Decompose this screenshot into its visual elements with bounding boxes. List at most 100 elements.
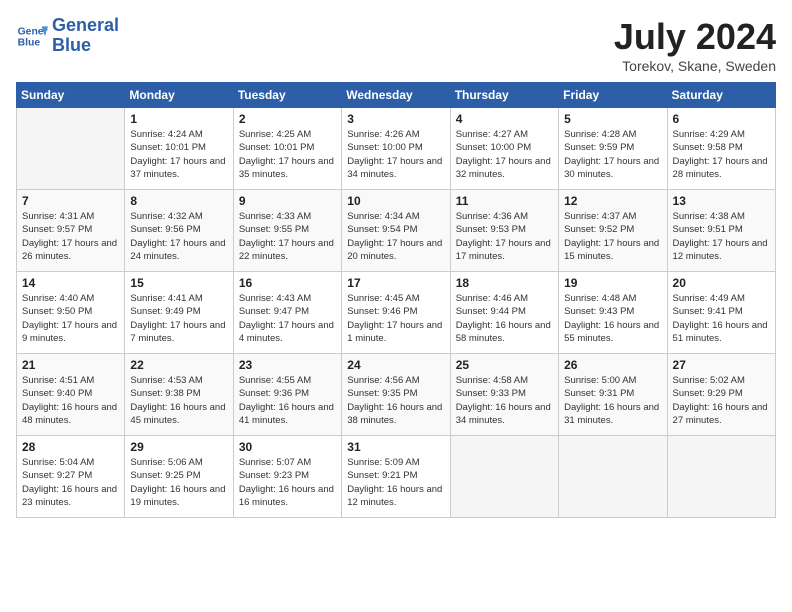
column-header-sunday: Sunday <box>17 83 125 108</box>
day-info: Sunrise: 4:58 AM Sunset: 9:33 PM Dayligh… <box>456 374 553 427</box>
svg-text:Blue: Blue <box>18 37 41 48</box>
day-number: 18 <box>456 276 553 290</box>
calendar-cell <box>17 108 125 190</box>
day-info: Sunrise: 5:09 AM Sunset: 9:21 PM Dayligh… <box>347 456 444 509</box>
calendar-week-4: 21Sunrise: 4:51 AM Sunset: 9:40 PM Dayli… <box>17 354 776 436</box>
day-number: 22 <box>130 358 227 372</box>
day-info: Sunrise: 4:27 AM Sunset: 10:00 PM Daylig… <box>456 128 553 181</box>
day-number: 23 <box>239 358 336 372</box>
calendar-cell: 29 Sunrise: 5:06 AM Sunset: 9:25 PM Dayli… <box>125 436 233 518</box>
day-info: Sunrise: 4:36 AM Sunset: 9:53 PM Dayligh… <box>456 210 553 263</box>
calendar-week-5: 28 Sunrise: 5:04 AM Sunset: 9:27 PM Dayli… <box>17 436 776 518</box>
day-info: Sunrise: 4:41 AM Sunset: 9:49 PM Dayligh… <box>130 292 227 345</box>
day-number: 5 <box>564 112 661 126</box>
day-info: Sunrise: 4:38 AM Sunset: 9:51 PM Dayligh… <box>673 210 770 263</box>
logo: General Blue General Blue <box>16 16 119 56</box>
calendar-table: SundayMondayTuesdayWednesdayThursdayFrid… <box>16 82 776 518</box>
calendar-cell: 5 Sunrise: 4:28 AM Sunset: 9:59 PM Daylig… <box>559 108 667 190</box>
calendar-cell: 7 Sunrise: 4:31 AM Sunset: 9:57 PM Daylig… <box>17 190 125 272</box>
day-info: Sunrise: 5:07 AM Sunset: 9:23 PM Dayligh… <box>239 456 336 509</box>
day-info: Sunrise: 4:37 AM Sunset: 9:52 PM Dayligh… <box>564 210 661 263</box>
calendar-header-row: SundayMondayTuesdayWednesdayThursdayFrid… <box>17 83 776 108</box>
calendar-cell <box>667 436 775 518</box>
day-number: 4 <box>456 112 553 126</box>
calendar-cell: 2 Sunrise: 4:25 AM Sunset: 10:01 PM Dayli… <box>233 108 341 190</box>
calendar-cell: 4 Sunrise: 4:27 AM Sunset: 10:00 PM Dayli… <box>450 108 558 190</box>
day-number: 14 <box>22 276 119 290</box>
day-info: Sunrise: 4:33 AM Sunset: 9:55 PM Dayligh… <box>239 210 336 263</box>
day-number: 16 <box>239 276 336 290</box>
calendar-cell: 10Sunrise: 4:34 AM Sunset: 9:54 PM Dayli… <box>342 190 450 272</box>
day-number: 13 <box>673 194 770 208</box>
calendar-cell: 13 Sunrise: 4:38 AM Sunset: 9:51 PM Dayli… <box>667 190 775 272</box>
day-info: Sunrise: 4:49 AM Sunset: 9:41 PM Dayligh… <box>673 292 770 345</box>
day-info: Sunrise: 4:56 AM Sunset: 9:35 PM Dayligh… <box>347 374 444 427</box>
day-info: Sunrise: 4:31 AM Sunset: 9:57 PM Dayligh… <box>22 210 119 263</box>
day-number: 7 <box>22 194 119 208</box>
day-info: Sunrise: 4:29 AM Sunset: 9:58 PM Dayligh… <box>673 128 770 181</box>
day-info: Sunrise: 5:02 AM Sunset: 9:29 PM Dayligh… <box>673 374 770 427</box>
day-number: 3 <box>347 112 444 126</box>
day-info: Sunrise: 4:46 AM Sunset: 9:44 PM Dayligh… <box>456 292 553 345</box>
day-info: Sunrise: 4:48 AM Sunset: 9:43 PM Dayligh… <box>564 292 661 345</box>
day-info: Sunrise: 4:26 AM Sunset: 10:00 PM Daylig… <box>347 128 444 181</box>
day-info: Sunrise: 4:32 AM Sunset: 9:56 PM Dayligh… <box>130 210 227 263</box>
calendar-cell: 18 Sunrise: 4:46 AM Sunset: 9:44 PM Dayli… <box>450 272 558 354</box>
calendar-cell: 24 Sunrise: 4:56 AM Sunset: 9:35 PM Dayli… <box>342 354 450 436</box>
calendar-cell: 12 Sunrise: 4:37 AM Sunset: 9:52 PM Dayli… <box>559 190 667 272</box>
day-number: 20 <box>673 276 770 290</box>
calendar-cell: 28 Sunrise: 5:04 AM Sunset: 9:27 PM Dayli… <box>17 436 125 518</box>
logo-text: General Blue <box>52 16 119 56</box>
day-number: 12 <box>564 194 661 208</box>
day-number: 28 <box>22 440 119 454</box>
calendar-week-1: 1 Sunrise: 4:24 AM Sunset: 10:01 PM Dayli… <box>17 108 776 190</box>
day-info: Sunrise: 4:28 AM Sunset: 9:59 PM Dayligh… <box>564 128 661 181</box>
day-number: 1 <box>130 112 227 126</box>
day-number: 30 <box>239 440 336 454</box>
calendar-cell: 9 Sunrise: 4:33 AM Sunset: 9:55 PM Daylig… <box>233 190 341 272</box>
calendar-cell: 26Sunrise: 5:00 AM Sunset: 9:31 PM Dayli… <box>559 354 667 436</box>
calendar-cell: 17Sunrise: 4:45 AM Sunset: 9:46 PM Dayli… <box>342 272 450 354</box>
calendar-cell <box>559 436 667 518</box>
calendar-cell: 19 Sunrise: 4:48 AM Sunset: 9:43 PM Dayli… <box>559 272 667 354</box>
day-info: Sunrise: 4:55 AM Sunset: 9:36 PM Dayligh… <box>239 374 336 427</box>
calendar-cell: 8 Sunrise: 4:32 AM Sunset: 9:56 PM Daylig… <box>125 190 233 272</box>
day-info: Sunrise: 4:40 AM Sunset: 9:50 PM Dayligh… <box>22 292 119 345</box>
calendar-cell: 20 Sunrise: 4:49 AM Sunset: 9:41 PM Dayli… <box>667 272 775 354</box>
column-header-friday: Friday <box>559 83 667 108</box>
calendar-cell: 1 Sunrise: 4:24 AM Sunset: 10:01 PM Dayli… <box>125 108 233 190</box>
calendar-week-2: 7 Sunrise: 4:31 AM Sunset: 9:57 PM Daylig… <box>17 190 776 272</box>
day-info: Sunrise: 4:25 AM Sunset: 10:01 PM Daylig… <box>239 128 336 181</box>
day-number: 8 <box>130 194 227 208</box>
title-block: July 2024 Torekov, Skane, Sweden <box>614 16 776 74</box>
calendar-cell: 22 Sunrise: 4:53 AM Sunset: 9:38 PM Dayli… <box>125 354 233 436</box>
day-number: 24 <box>347 358 444 372</box>
day-number: 31 <box>347 440 444 454</box>
day-number: 2 <box>239 112 336 126</box>
day-info: Sunrise: 5:04 AM Sunset: 9:27 PM Dayligh… <box>22 456 119 509</box>
column-header-tuesday: Tuesday <box>233 83 341 108</box>
day-number: 9 <box>239 194 336 208</box>
calendar-cell: 14 Sunrise: 4:40 AM Sunset: 9:50 PM Dayli… <box>17 272 125 354</box>
calendar-cell: 3 Sunrise: 4:26 AM Sunset: 10:00 PM Dayli… <box>342 108 450 190</box>
day-info: Sunrise: 4:53 AM Sunset: 9:38 PM Dayligh… <box>130 374 227 427</box>
location-subtitle: Torekov, Skane, Sweden <box>614 58 776 74</box>
day-info: Sunrise: 4:34 AM Sunset: 9:54 PM Dayligh… <box>347 210 444 263</box>
calendar-week-3: 14 Sunrise: 4:40 AM Sunset: 9:50 PM Dayli… <box>17 272 776 354</box>
day-number: 25 <box>456 358 553 372</box>
column-header-saturday: Saturday <box>667 83 775 108</box>
day-number: 29 <box>130 440 227 454</box>
day-number: 19 <box>564 276 661 290</box>
logo-icon: General Blue <box>16 20 48 52</box>
day-number: 11 <box>456 194 553 208</box>
day-info: Sunrise: 5:06 AM Sunset: 9:25 PM Dayligh… <box>130 456 227 509</box>
day-number: 21 <box>22 358 119 372</box>
calendar-cell: 23 Sunrise: 4:55 AM Sunset: 9:36 PM Dayli… <box>233 354 341 436</box>
day-info: Sunrise: 4:24 AM Sunset: 10:01 PM Daylig… <box>130 128 227 181</box>
page-header: General Blue General Blue July 2024 Tore… <box>16 16 776 74</box>
day-info: Sunrise: 5:00 AM Sunset: 9:31 PM Dayligh… <box>564 374 661 427</box>
day-info: Sunrise: 4:45 AM Sunset: 9:46 PM Dayligh… <box>347 292 444 345</box>
calendar-cell: 30 Sunrise: 5:07 AM Sunset: 9:23 PM Dayli… <box>233 436 341 518</box>
column-header-wednesday: Wednesday <box>342 83 450 108</box>
calendar-cell: 21Sunrise: 4:51 AM Sunset: 9:40 PM Dayli… <box>17 354 125 436</box>
